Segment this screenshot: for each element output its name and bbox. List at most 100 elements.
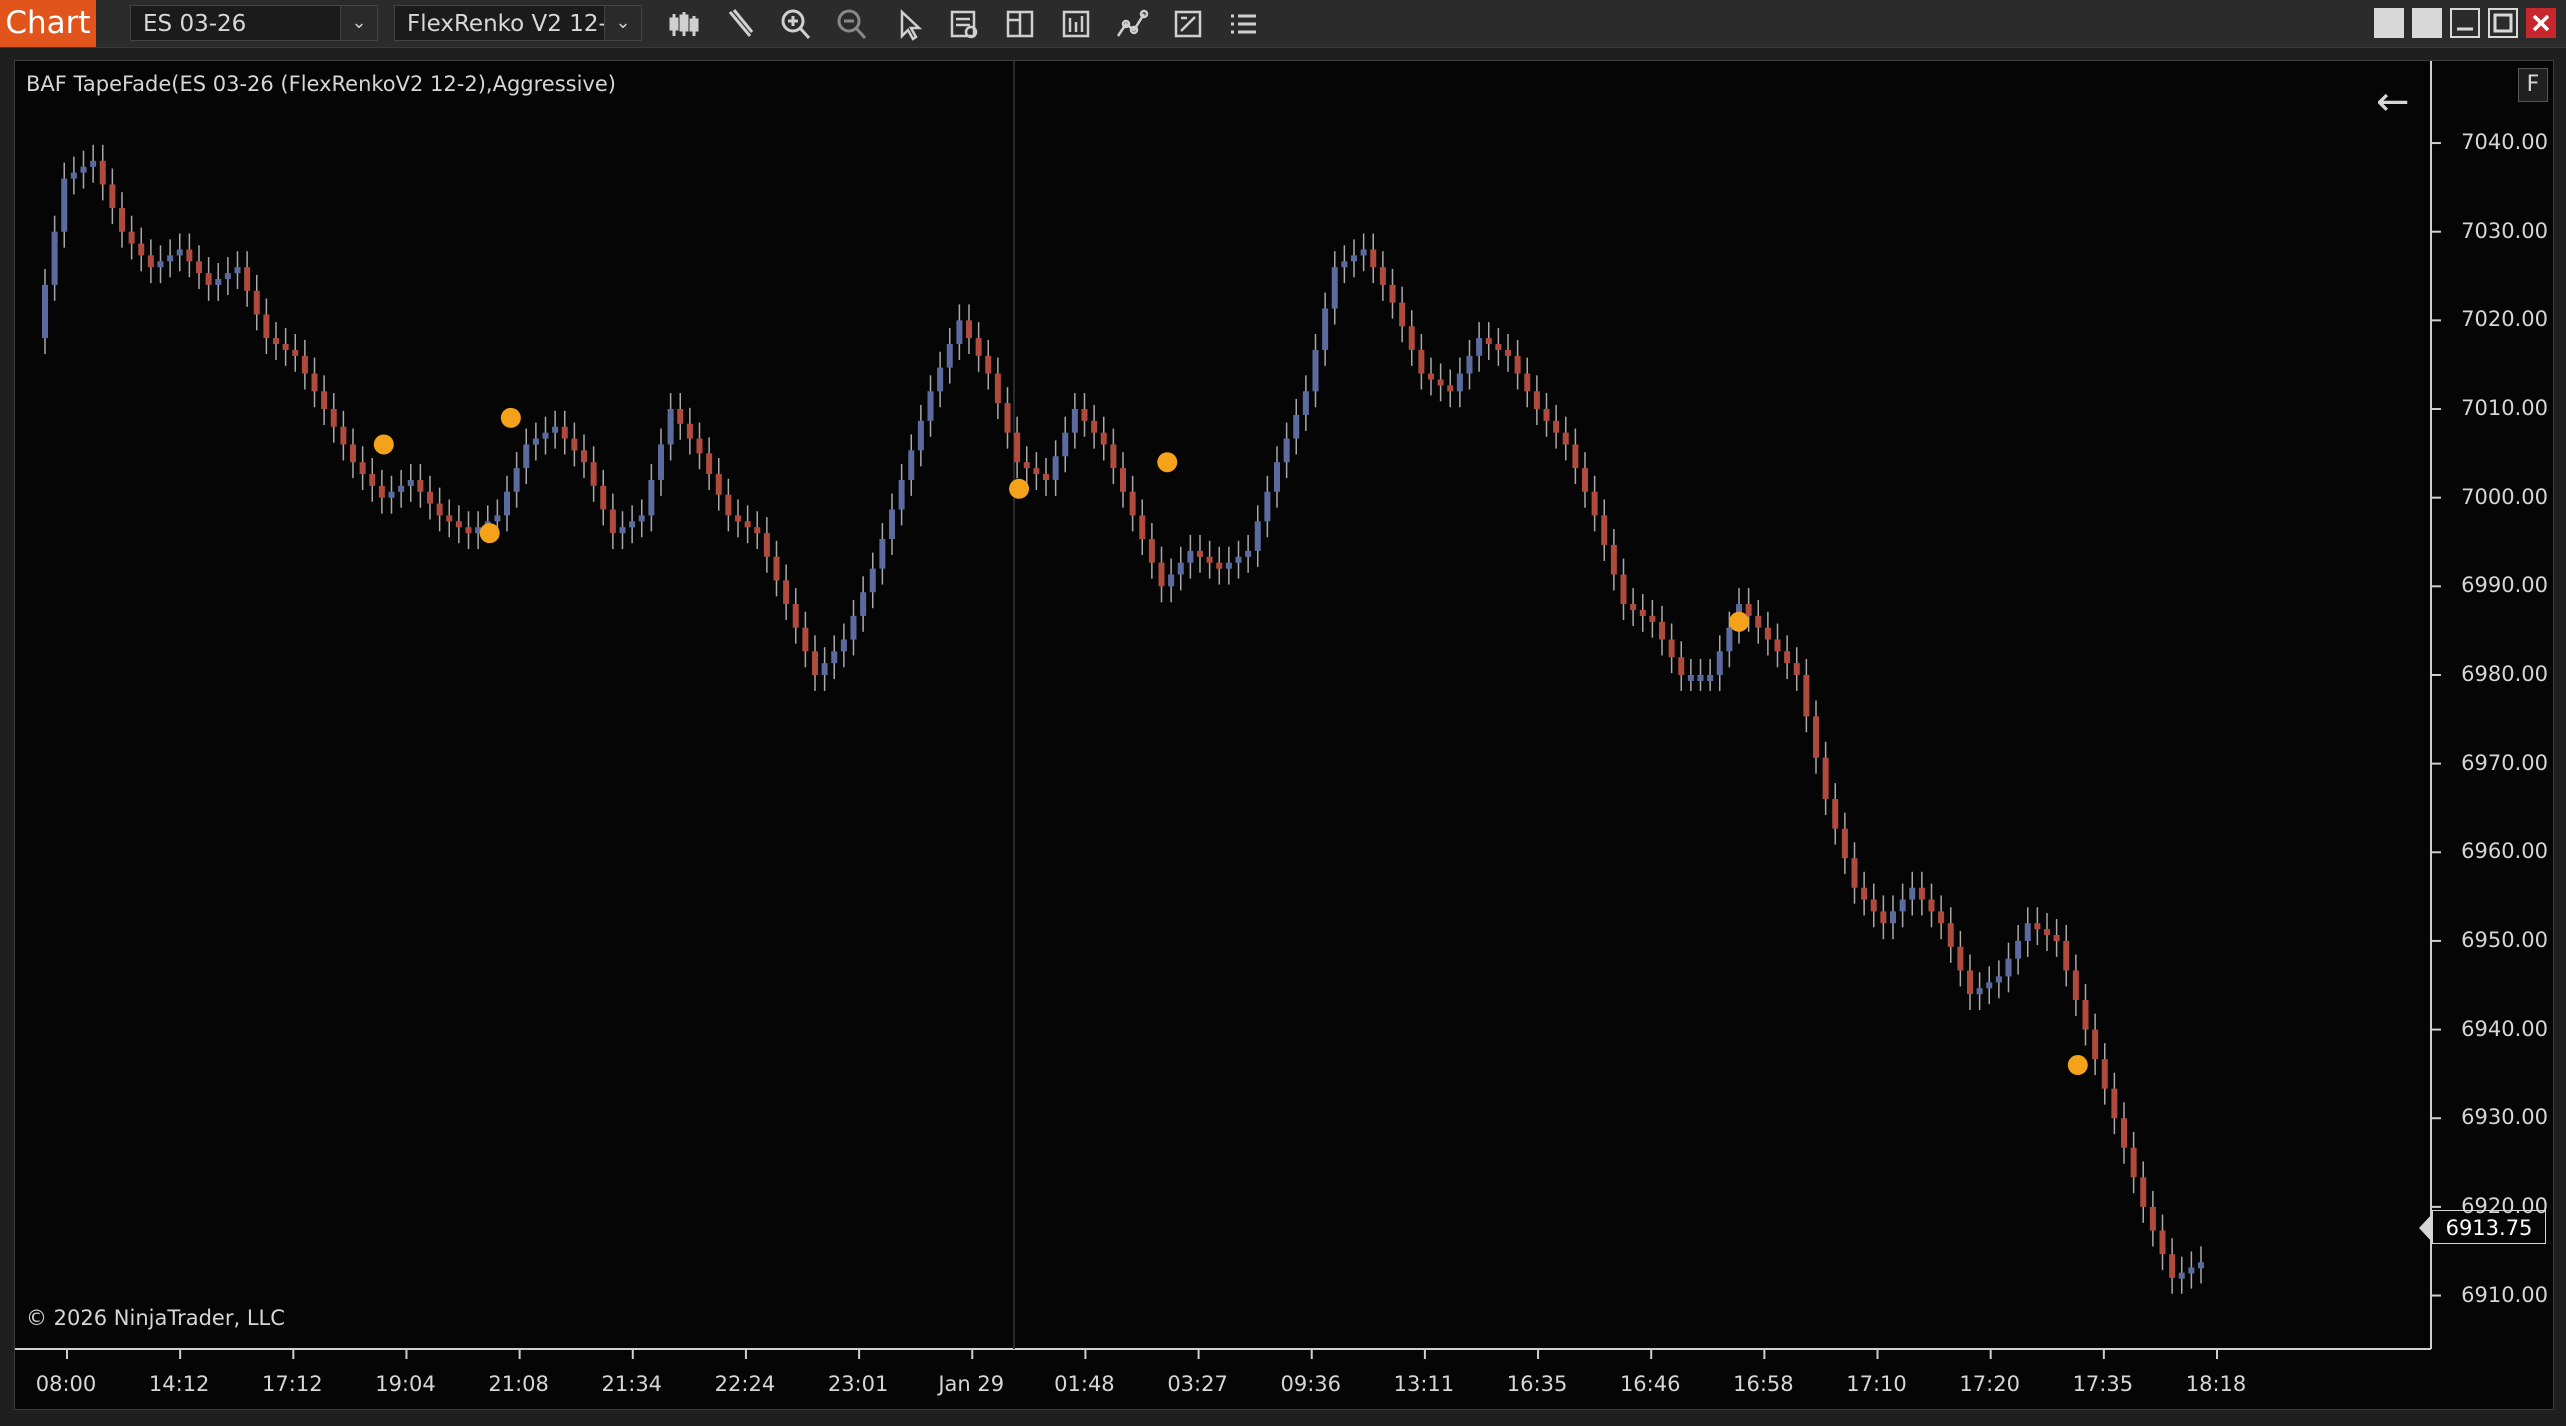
time-tick-label: 01:48 <box>1054 1372 1115 1396</box>
up-bar <box>850 615 857 640</box>
down-bar <box>1562 432 1569 445</box>
up-bar <box>648 479 655 516</box>
up-bar <box>889 509 895 540</box>
back-arrow-icon[interactable]: ← <box>2376 82 2410 122</box>
down-bar <box>1148 539 1155 563</box>
down-bar <box>186 249 193 262</box>
down-bar <box>417 479 424 492</box>
down-bar <box>1197 550 1203 557</box>
down-bar <box>369 474 376 486</box>
drawing-tool-icon[interactable] <box>720 6 760 42</box>
properties-list-icon[interactable] <box>1224 6 1264 42</box>
up-bar <box>1360 249 1367 256</box>
time-tick-label: 23:01 <box>827 1372 889 1396</box>
indicators-icon[interactable] <box>1056 6 1096 42</box>
down-bar <box>350 444 356 463</box>
down-bar <box>1129 491 1136 516</box>
up-bar <box>1716 651 1723 675</box>
price-chart[interactable] <box>15 61 2553 1409</box>
down-bar <box>1832 799 1839 829</box>
down-bar <box>1601 515 1608 545</box>
price-tick-label: 6950.00 <box>2461 927 2548 952</box>
down-bar <box>725 494 732 516</box>
down-bar <box>1957 946 1964 971</box>
down-bar <box>2130 1147 2137 1178</box>
time-tick-label: 17:20 <box>1959 1372 2020 1396</box>
down-bar <box>677 409 684 424</box>
down-bar <box>744 521 751 528</box>
down-bar <box>244 267 251 291</box>
down-bar <box>735 515 741 522</box>
up-bar <box>860 592 867 616</box>
up-bar <box>504 491 510 516</box>
signal-dot <box>479 523 500 544</box>
ninjatrader-chart-window: Chart ES 03-26 ⌄ FlexRenko V2 12-2 ⌄ BAF… <box>0 0 2566 1426</box>
down-bar <box>1485 338 1492 345</box>
down-bar <box>1620 574 1627 605</box>
down-bar <box>436 503 443 516</box>
down-bar <box>321 391 328 410</box>
up-bar <box>898 479 905 510</box>
copyright-text: © 2026 NinjaTrader, LLC <box>26 1306 285 1330</box>
bars-type-icon[interactable] <box>664 6 704 42</box>
price-tick-label: 6970.00 <box>2461 750 2548 775</box>
up-bar <box>90 160 97 167</box>
strategies-icon[interactable] <box>1112 6 1152 42</box>
up-bar <box>956 320 963 345</box>
up-bar <box>176 249 183 256</box>
up-bar <box>215 278 222 285</box>
down-bar <box>330 409 337 427</box>
chart-panel[interactable] <box>14 60 2554 1410</box>
zoom-out-icon[interactable] <box>832 6 872 42</box>
maximize-icon[interactable] <box>2488 8 2518 38</box>
bar-type-selector[interactable]: FlexRenko V2 12-2 ⌄ <box>394 5 642 41</box>
down-bar <box>1139 515 1146 540</box>
f-button[interactable]: F <box>2518 68 2548 102</box>
down-bar <box>571 438 578 451</box>
chart-trader-icon[interactable] <box>1000 6 1040 42</box>
up-bar <box>1168 574 1175 587</box>
down-bar <box>1870 899 1877 912</box>
down-bar <box>2044 929 2050 936</box>
instrument-selector[interactable]: ES 03-26 ⌄ <box>130 5 378 41</box>
templates-icon[interactable] <box>1168 6 1208 42</box>
pointer-icon[interactable] <box>888 6 928 42</box>
price-tick-label: 7000.00 <box>2461 484 2548 509</box>
up-bar <box>1341 261 1348 268</box>
time-tick-label: 09:36 <box>1280 1372 1341 1396</box>
down-bar <box>119 208 125 232</box>
time-tick-label: 19:04 <box>375 1372 436 1396</box>
tab-right-icon[interactable] <box>2412 8 2442 38</box>
up-bar <box>157 261 164 268</box>
down-bar <box>292 349 299 356</box>
data-box-icon[interactable] <box>944 6 984 42</box>
down-bar <box>966 320 972 339</box>
down-bar <box>99 160 106 185</box>
up-bar <box>840 639 847 652</box>
up-bar <box>1187 550 1194 563</box>
down-bar <box>1399 302 1406 327</box>
up-bar <box>821 663 828 675</box>
minimize-icon[interactable] <box>2450 8 2480 38</box>
down-bar <box>1928 899 1935 912</box>
tab-left-icon[interactable] <box>2374 8 2404 38</box>
down-bar <box>1543 409 1550 421</box>
up-bar <box>70 172 77 179</box>
down-bar <box>2053 935 2060 942</box>
down-bar <box>2063 940 2070 971</box>
up-bar <box>1899 899 1906 912</box>
close-icon[interactable] <box>2526 8 2556 38</box>
down-bar <box>378 485 385 498</box>
up-bar <box>2005 958 2012 977</box>
down-bar <box>2121 1118 2127 1148</box>
down-bar <box>1418 349 1425 374</box>
down-bar <box>975 338 982 356</box>
bar-type-value: FlexRenko V2 12-2 <box>407 11 622 37</box>
zoom-in-icon[interactable] <box>776 6 816 42</box>
chevron-down-icon[interactable]: ⌄ <box>604 6 641 40</box>
down-bar <box>1572 444 1579 469</box>
chart-tab[interactable]: Chart <box>0 0 96 47</box>
chevron-down-icon[interactable]: ⌄ <box>340 6 377 40</box>
down-bar <box>2149 1206 2156 1231</box>
up-bar <box>1995 976 2002 983</box>
